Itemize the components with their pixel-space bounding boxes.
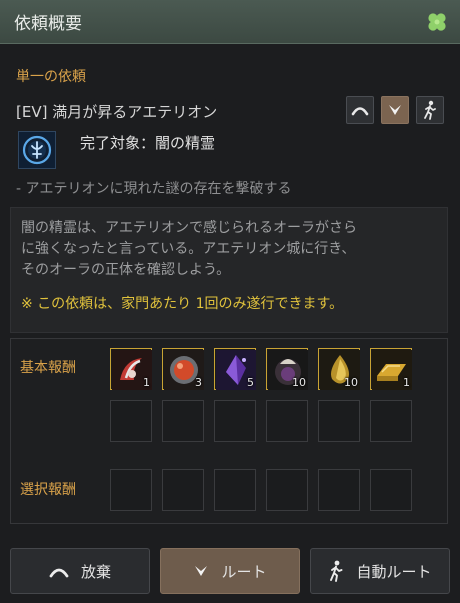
walking-person-icon <box>424 100 436 120</box>
choice-reward-label: 選択報酬 <box>20 482 76 498</box>
reward-slot-horn[interactable]: 1 <box>110 348 152 390</box>
reward-slot-empty <box>110 400 152 442</box>
reward-slot-purple-crystal[interactable]: 5 <box>214 348 256 390</box>
dark-spirit-target-icon <box>18 131 56 169</box>
quest-type-label: 単一の依頼 <box>16 69 86 85</box>
reward-slot-empty <box>370 400 412 442</box>
item-count: 5 <box>247 376 254 389</box>
route-button[interactable]: ルート <box>160 548 300 594</box>
reward-slot-empty <box>214 400 256 442</box>
reward-slot-empty <box>266 400 308 442</box>
auto-route-button-label: 自動ルート <box>356 562 432 581</box>
window-title-bar: 依頼概要 <box>0 0 460 44</box>
reward-slot-red-orb[interactable]: 3 <box>162 348 204 390</box>
abandon-quest-icon-button[interactable] <box>346 96 374 124</box>
completion-target: 完了対象：闇の精霊 <box>80 134 216 152</box>
choice-slot-empty <box>110 469 152 511</box>
choice-slot-empty <box>266 469 308 511</box>
route-button-label: ルート <box>221 562 267 581</box>
chevron-down-icon <box>389 105 401 115</box>
abandon-button[interactable]: 放棄 <box>10 548 150 594</box>
clover-icon <box>426 11 448 33</box>
walking-person-icon <box>328 560 344 582</box>
choice-slot-empty <box>318 469 360 511</box>
abandon-icon <box>49 564 69 578</box>
auto-route-button[interactable]: 自動ルート <box>310 548 450 594</box>
reward-slot-gold-bar[interactable]: 1 <box>370 348 412 390</box>
reward-slot-empty <box>162 400 204 442</box>
chevron-down-icon <box>193 564 209 578</box>
auto-route-icon-button[interactable] <box>416 96 444 124</box>
abandon-button-label: 放棄 <box>80 562 111 581</box>
item-count: 1 <box>403 376 410 389</box>
item-count: 10 <box>344 376 358 389</box>
item-count: 10 <box>292 376 306 389</box>
choice-slot-empty <box>370 469 412 511</box>
description-line: に強くなったと言っている。アエテリオン城に行き、 <box>21 241 356 257</box>
reward-slot-dark-pouch[interactable]: 10 <box>266 348 308 390</box>
quest-description-box: 闇の精霊は、アエテリオンで感じられるオーラがさら に強くなったと言っている。アエ… <box>10 207 448 333</box>
quest-limit-note: ※ この依頼は、家門あたり 1回のみ遂行できます。 <box>21 296 344 312</box>
route-icon-button[interactable] <box>381 96 409 124</box>
choice-slot-empty <box>214 469 256 511</box>
item-count: 1 <box>143 376 150 389</box>
quest-summary: - アエテリオンに現れた謎の存在を撃破する <box>16 181 292 197</box>
quest-description: 闇の精霊は、アエテリオンで感じられるオーラがさら に強くなったと言っている。アエ… <box>21 218 437 281</box>
item-count: 3 <box>195 376 202 389</box>
quest-name: [EV] 満月が昇るアエテリオン <box>16 103 218 121</box>
window-title: 依頼概要 <box>14 14 82 34</box>
abandon-icon <box>351 107 369 116</box>
description-line: そのオーラの正体を確認しよう。 <box>21 262 231 278</box>
basic-reward-label: 基本報酬 <box>20 360 76 376</box>
reward-slot-golden-drop[interactable]: 10 <box>318 348 360 390</box>
reward-slot-empty <box>318 400 360 442</box>
description-line: 闇の精霊は、アエテリオンで感じられるオーラがさら <box>21 220 357 236</box>
choice-slot-empty <box>162 469 204 511</box>
